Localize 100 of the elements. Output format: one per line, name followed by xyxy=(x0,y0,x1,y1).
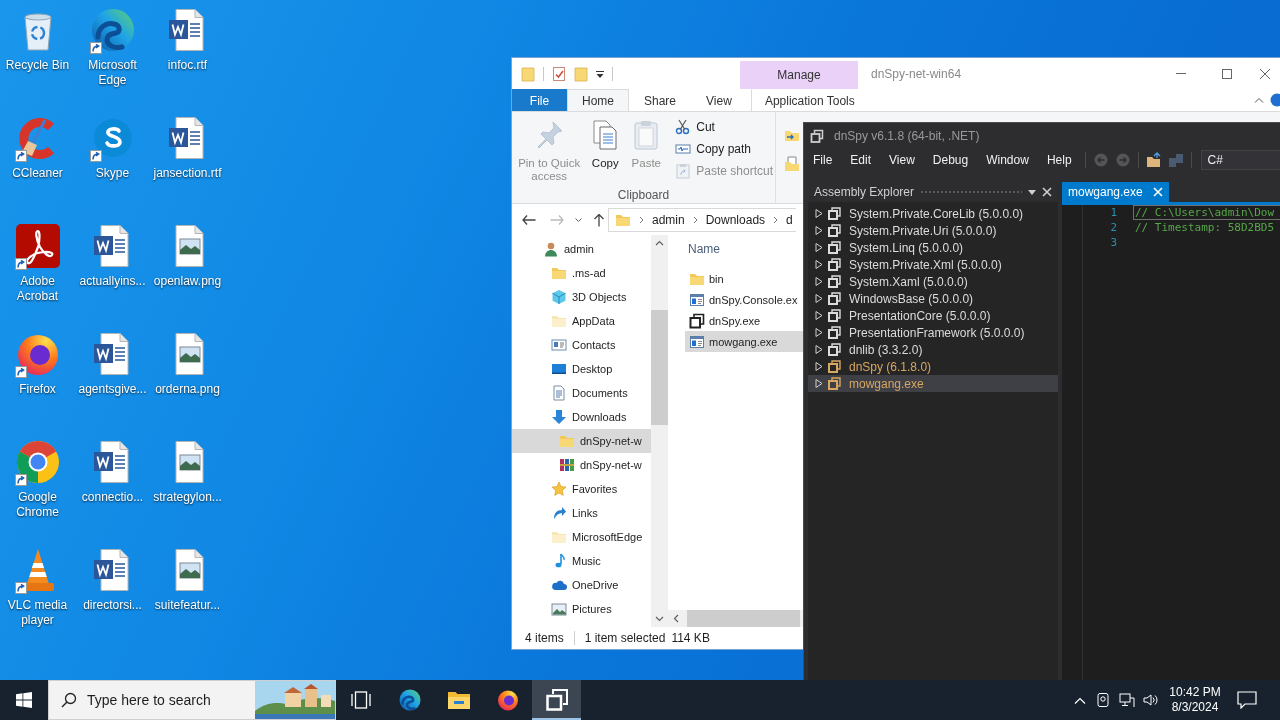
tree-item[interactable]: Favorites xyxy=(512,477,651,501)
search-icon xyxy=(61,692,77,708)
tree-item[interactable]: WindowsBase (5.0.0.0) xyxy=(808,290,1058,307)
clock-date[interactable]: 8/3/2024 xyxy=(1171,700,1219,715)
collapsed-triangle-icon[interactable] xyxy=(815,379,823,388)
tree-item[interactable]: 3D Objects xyxy=(512,285,651,309)
picture-icon xyxy=(551,601,567,617)
vertical-scrollbar[interactable] xyxy=(651,235,668,627)
scrollbar-thumb[interactable] xyxy=(687,610,800,627)
collapsed-triangle-icon[interactable] xyxy=(815,328,823,337)
tree-item[interactable]: Links xyxy=(512,501,651,525)
document-icon xyxy=(551,385,567,401)
ribbon-tab[interactable]: View xyxy=(691,89,747,111)
tree-item[interactable]: dnSpy-net-w xyxy=(512,453,651,477)
right-arrow-icon xyxy=(550,215,564,225)
search-input[interactable]: Type here to search xyxy=(87,692,245,708)
tree-item[interactable]: Music xyxy=(512,549,651,573)
tree-item[interactable]: System.Linq (5.0.0.0) xyxy=(808,239,1058,256)
document-tab[interactable]: mowgang.exe xyxy=(1062,182,1169,202)
menu-item[interactable]: Window xyxy=(977,153,1038,167)
tree-item[interactable]: Downloads xyxy=(512,405,651,429)
desktop-icon-label[interactable]: orderna.png xyxy=(155,382,220,397)
menu-item[interactable]: Edit xyxy=(841,153,881,167)
desktop-icon-label[interactable]: suitefeatur... xyxy=(154,598,221,613)
column-header[interactable]: Name xyxy=(688,242,720,256)
collapsed-triangle-icon[interactable] xyxy=(815,277,823,286)
archive-icon xyxy=(559,457,575,473)
desktop-icon-label[interactable]: VLC media player xyxy=(0,598,75,628)
tree-item[interactable]: System.Private.Xml (5.0.0.0) xyxy=(808,256,1058,273)
file-row[interactable]: dnSpy.Console.ex xyxy=(685,289,803,310)
tree-item[interactable]: dnSpy (6.1.8.0) xyxy=(808,358,1058,375)
dropdown-caret-icon[interactable] xyxy=(596,68,604,79)
tree-item[interactable]: System.Xaml (5.0.0.0) xyxy=(808,273,1058,290)
collapsed-triangle-icon[interactable] xyxy=(815,243,823,252)
tree-item[interactable]: mowgang.exe xyxy=(808,375,1058,392)
tree-item[interactable]: System.Private.Uri (5.0.0.0) xyxy=(808,222,1058,239)
collapsed-triangle-icon[interactable] xyxy=(815,294,823,303)
tree-item[interactable]: .ms-ad xyxy=(512,261,651,285)
ribbon-tab[interactable]: Share xyxy=(629,89,692,111)
tree-item[interactable]: dnlib (3.3.2.0) xyxy=(808,341,1058,358)
open-folder-icon xyxy=(1145,152,1162,168)
collapsed-triangle-icon[interactable] xyxy=(815,260,823,269)
menu-item[interactable]: File xyxy=(804,153,842,167)
tree-item[interactable]: MicrosoftEdge xyxy=(512,525,651,549)
tree-item[interactable]: AppData xyxy=(512,309,651,333)
desktop-icon-label[interactable]: strategylon... xyxy=(153,490,222,505)
tree-item[interactable]: Desktop xyxy=(512,357,651,381)
minimize-icon xyxy=(1176,73,1186,74)
tree-item[interactable]: System.Private.CoreLib (5.0.0.0) xyxy=(808,205,1058,222)
breadcrumb-link[interactable]: admin xyxy=(652,213,685,227)
breadcrumb-link[interactable]: d xyxy=(786,213,793,227)
panel-menu-button[interactable] xyxy=(1028,189,1036,195)
tree-item[interactable]: OneDrive xyxy=(512,573,651,597)
file-row[interactable]: dnSpy.exe xyxy=(685,310,803,331)
collapsed-triangle-icon[interactable] xyxy=(815,226,823,235)
tree-item[interactable]: admin xyxy=(512,237,651,261)
clock-time[interactable]: 10:42 PM xyxy=(1169,685,1221,700)
tree-item[interactable]: PresentationFramework (5.0.0.0) xyxy=(808,324,1058,341)
recent-locations-button[interactable] xyxy=(575,218,582,222)
ribbon-tab[interactable]: File xyxy=(512,89,567,111)
back-button[interactable] xyxy=(522,215,536,225)
panel-close-button[interactable] xyxy=(1042,187,1052,197)
tree-item[interactable]: Pictures xyxy=(512,597,651,621)
collapsed-triangle-icon[interactable] xyxy=(815,311,823,320)
collapsed-triangle-icon[interactable] xyxy=(815,209,823,218)
assembly-name: System.Private.CoreLib (5.0.0.0) xyxy=(849,206,1024,221)
up-button[interactable] xyxy=(594,213,604,227)
ribbon-tab[interactable]: Home xyxy=(567,89,629,111)
horizontal-scrollbar[interactable] xyxy=(668,610,803,627)
checked-document-icon[interactable] xyxy=(552,65,566,82)
desktop-icon-label[interactable]: connectio... xyxy=(81,490,144,505)
address-bar[interactable]: admin Downloads d xyxy=(608,208,796,232)
ribbon-button[interactable]: Copy xyxy=(586,116,625,173)
file-row[interactable]: mowgang.exe xyxy=(685,331,803,352)
tree-item[interactable]: Documents xyxy=(512,381,651,405)
chevron-up-icon xyxy=(1074,696,1086,704)
speaker-icon xyxy=(1143,692,1159,708)
tree-item[interactable]: PresentationCore (5.0.0.0) xyxy=(808,307,1058,324)
menu-item[interactable]: Debug xyxy=(923,153,978,167)
user-icon xyxy=(543,241,559,257)
breadcrumb-link[interactable]: Downloads xyxy=(705,213,766,227)
desktop-icon-label[interactable]: openlaw.png xyxy=(153,274,222,289)
acrobat-logo-icon[interactable] xyxy=(13,222,62,270)
menu-item[interactable]: View xyxy=(880,153,924,167)
tree-item[interactable]: Contacts xyxy=(512,333,651,357)
code-line: // Timestamp: 58D2BD5 xyxy=(1134,220,1276,235)
collapsed-triangle-icon[interactable] xyxy=(815,345,823,354)
file-row[interactable]: bin xyxy=(685,268,803,289)
selection-size: 114 KB xyxy=(671,631,710,645)
menu-item[interactable]: Help xyxy=(1037,153,1081,167)
collapsed-triangle-icon[interactable] xyxy=(815,362,823,371)
taskbar-app-button[interactable] xyxy=(532,680,581,720)
scrollbar-thumb[interactable] xyxy=(651,310,668,425)
tree-item[interactable]: dnSpy-net-w xyxy=(512,429,651,453)
ribbon-button[interactable]: Cut xyxy=(673,116,775,138)
webcam-icon xyxy=(1097,693,1109,707)
desktop-icon-label[interactable]: directorsi... xyxy=(83,598,142,613)
stacked-windows-icon xyxy=(689,312,705,329)
ribbon-button[interactable]: Copy path xyxy=(673,138,775,160)
language-select[interactable]: C# xyxy=(1200,150,1280,170)
